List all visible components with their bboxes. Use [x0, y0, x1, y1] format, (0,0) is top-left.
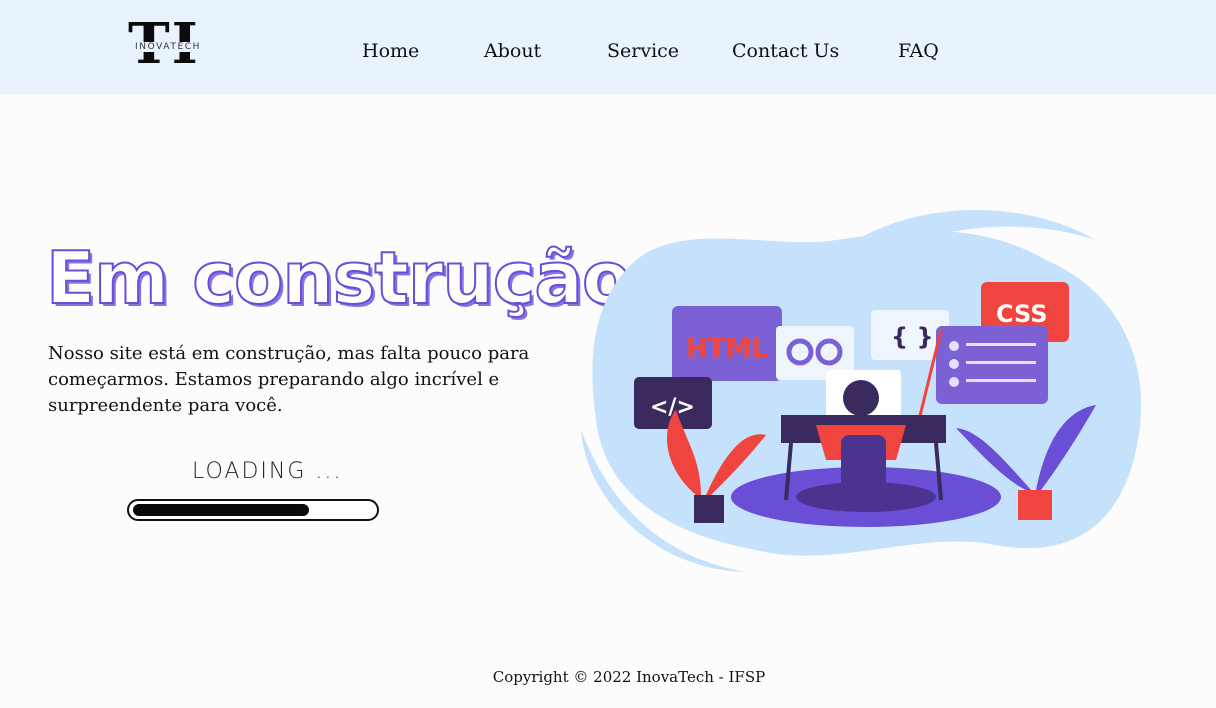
- braces-label: { }: [891, 323, 934, 351]
- css-label: CSS: [996, 300, 1048, 328]
- header: TI INOVATECH Home About Service Contact …: [0, 0, 1216, 94]
- loading-progress-fill: [133, 504, 309, 516]
- nav-faq[interactable]: FAQ: [898, 40, 939, 62]
- loading-label: LOADING ...: [192, 459, 343, 484]
- plant-pot-right: [1018, 490, 1052, 520]
- nav-service[interactable]: Service: [607, 40, 679, 62]
- nav-home[interactable]: Home: [362, 40, 419, 62]
- html-label: HTML: [686, 334, 768, 364]
- nav-contact-us[interactable]: Contact Us: [732, 40, 839, 62]
- loading-progress-bar: [127, 499, 379, 521]
- nav-about[interactable]: About: [484, 40, 541, 62]
- logo[interactable]: TI INOVATECH: [128, 14, 208, 74]
- page-title: Em construção: [45, 235, 632, 321]
- footer-copyright: Copyright © 2022 InovaTech - IFSP: [492, 668, 766, 686]
- plant-pot-left: [694, 495, 724, 523]
- hero-description: Nosso site está em construção, mas falta…: [48, 343, 530, 416]
- developer-illustration: HTML </> { } CSS: [581, 210, 1142, 572]
- logo-name: INOVATECH: [134, 42, 202, 52]
